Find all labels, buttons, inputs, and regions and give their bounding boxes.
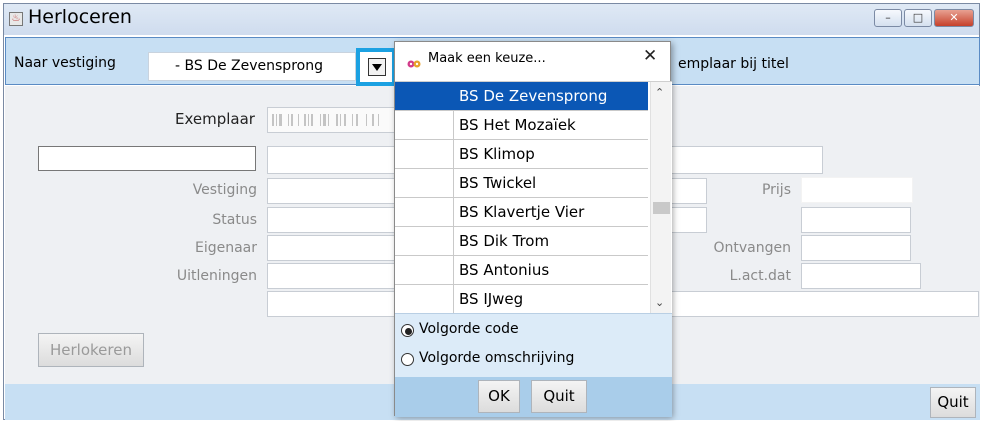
herlokeren-button[interactable]: Herlokeren: [38, 333, 144, 367]
uitleningen-label: Uitleningen: [176, 268, 257, 284]
minimize-button[interactable]: –: [874, 9, 902, 27]
exemplaar-barcode-field[interactable]: [267, 107, 397, 133]
vestiging-list: BS De Zevensprong BS Het Mozaïek BS Klim…: [395, 81, 672, 314]
naar-vestiging-label: Naar vestiging: [14, 55, 116, 71]
prijs-label: Prijs: [761, 182, 791, 198]
scroll-thumb[interactable]: [653, 202, 670, 214]
dialog-close-button[interactable]: ✕: [643, 46, 657, 66]
vestiging-combo[interactable]: - BS De Zevensprong: [148, 52, 356, 81]
barcode-icon: [272, 114, 379, 126]
list-item[interactable]: BS Klavertje Vier: [395, 198, 648, 227]
sort-options: Volgorde code Volgorde omschrijving: [395, 313, 672, 377]
exemplaar-bij-titel-text: emplaar bij titel: [678, 56, 789, 72]
sort-code-radio[interactable]: [401, 324, 414, 337]
vestiging-label: Vestiging: [192, 182, 257, 198]
close-window-button[interactable]: ✕: [934, 9, 974, 27]
ontvangen-field[interactable]: [801, 235, 911, 261]
dialog-quit-button[interactable]: Quit: [531, 380, 587, 413]
choice-dialog: Maak een keuze... ✕ BS De Zevensprong BS…: [394, 41, 672, 417]
list-scrollbar[interactable]: ⌃ ⌄: [650, 82, 671, 314]
list-item[interactable]: BS Antonius: [395, 256, 648, 285]
java-app-icon: ♨: [9, 12, 23, 26]
sort-omschrijving-label[interactable]: Volgorde omschrijving: [419, 350, 574, 366]
list-item[interactable]: BS De Zevensprong: [395, 82, 648, 111]
list-item[interactable]: BS Dik Trom: [395, 227, 648, 256]
search-input[interactable]: [38, 146, 256, 171]
quit-button[interactable]: Quit: [930, 387, 976, 418]
eigenaar-label: Eigenaar: [194, 240, 257, 256]
ok-button[interactable]: OK: [478, 380, 520, 413]
prijs-field[interactable]: [801, 177, 913, 203]
extra-field[interactable]: [801, 207, 911, 233]
maximize-button[interactable]: □: [904, 9, 932, 27]
eigenaar-field[interactable]: [267, 235, 397, 261]
scroll-up-icon[interactable]: ⌃: [655, 86, 664, 99]
window-title: Herloceren: [28, 6, 132, 28]
scroll-down-icon[interactable]: ⌄: [655, 296, 664, 309]
dialog-footer: OK Quit: [395, 377, 672, 417]
list-item[interactable]: BS Klimop: [395, 140, 648, 169]
list-item[interactable]: BS Twickel: [395, 169, 648, 198]
title-bar: ♨ Herloceren – □ ✕: [4, 4, 979, 35]
ontvangen-label: Ontvangen: [713, 240, 792, 256]
list-item[interactable]: BS Het Mozaïek: [395, 111, 648, 140]
dialog-app-icon: [407, 54, 421, 68]
dialog-title: Maak een keuze...: [428, 51, 546, 66]
lactdat-field[interactable]: [801, 263, 921, 289]
status-label: Status: [212, 212, 257, 228]
vestiging-dropdown-button[interactable]: [356, 48, 396, 86]
list-item[interactable]: BS IJweg: [395, 285, 648, 314]
chevron-down-icon: [368, 58, 386, 76]
uitleningen-field[interactable]: [267, 263, 397, 289]
sort-omschrijving-radio[interactable]: [401, 353, 414, 366]
sort-code-label[interactable]: Volgorde code: [419, 321, 519, 337]
exemplaar-label: Exemplaar: [175, 110, 255, 128]
lactdat-label: L.act.dat: [729, 268, 791, 284]
